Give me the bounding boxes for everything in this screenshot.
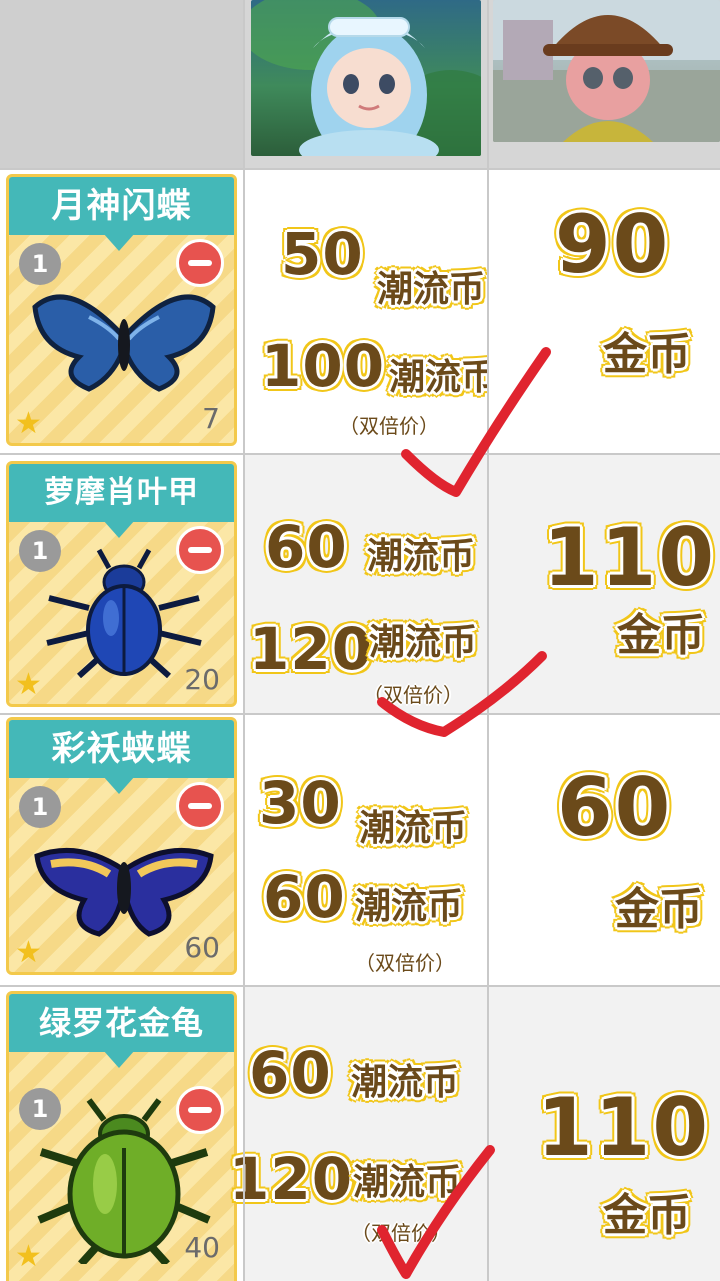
double-price-value: 120	[229, 1145, 354, 1213]
normal-price-value: 60	[265, 513, 348, 581]
character-portrait-hat	[493, 0, 720, 142]
trend-coin-price-cell: 30 潮流币 60 潮流币 （双倍价）	[243, 713, 487, 985]
star-icon: ★	[15, 1239, 42, 1274]
normal-price-unit: 潮流币	[351, 1062, 460, 1103]
item-name: 绿罗花金龟	[9, 994, 234, 1052]
double-price-value: 100	[261, 332, 386, 400]
gold-coin-value: 110	[537, 1081, 710, 1174]
gold-coin-price-cell: 110 金币	[487, 453, 720, 713]
star-icon: ★	[15, 935, 42, 970]
trend-coin-price-cell: 60 潮流币 120 潮流币 （双倍价）	[229, 985, 487, 1281]
double-price-unit: 潮流币	[389, 357, 498, 398]
star-icon: ★	[15, 406, 42, 441]
row-divider	[0, 453, 720, 455]
normal-price-value: 50	[281, 220, 364, 288]
gold-coin-price-cell: 60 金币	[487, 713, 720, 985]
double-price-unit: 潮流币	[355, 886, 464, 927]
row-divider	[0, 713, 720, 715]
double-price-note: （双倍价）	[363, 683, 463, 707]
gold-coin-value: 60	[557, 761, 673, 854]
gold-coin-value: 90	[555, 198, 671, 291]
item-card: 月神闪蝶 1 7 ★	[6, 174, 237, 446]
item-name: 彩袄蛱蝶	[9, 720, 234, 778]
double-price-note: （双倍价）	[355, 951, 455, 975]
trend-coin-price-cell: 60 潮流币 120 潮流币 （双倍价）	[243, 453, 487, 713]
banner-pointer	[103, 1050, 135, 1068]
double-price-unit: 潮流币	[369, 622, 478, 663]
star-icon: ★	[15, 667, 42, 702]
gold-coin-price-cell: 110 金币	[487, 985, 720, 1281]
normal-price-unit: 潮流币	[367, 536, 476, 577]
gold-coin-value: 110	[543, 511, 716, 604]
leaf-beetle-icon	[46, 548, 202, 678]
item-count: 40	[184, 1231, 220, 1264]
normal-price-value: 30	[259, 769, 342, 837]
banner-pointer	[103, 520, 135, 538]
double-price-unit: 潮流币	[353, 1162, 462, 1203]
item-cell: 月神闪蝶 1 7 ★	[0, 168, 243, 453]
column-divider	[487, 0, 489, 1281]
item-card: 绿罗花金龟 1 40 ★	[6, 991, 237, 1281]
double-price-value: 120	[249, 615, 374, 683]
banner-pointer	[103, 233, 135, 251]
gold-coin-unit: 金币	[615, 884, 703, 935]
table-row: 彩袄蛱蝶 1 60 ★ 30 潮流币 60 潮流币 （双倍价） 60 金币	[0, 713, 720, 985]
trend-coin-price-cell: 50 潮流币 100 潮流币 （双倍价）	[243, 168, 497, 453]
gold-coin-price-cell: 90 金币	[487, 168, 720, 453]
character-portrait-blue-hair	[251, 0, 481, 156]
item-cell: 彩袄蛱蝶 1 60 ★	[0, 713, 243, 985]
header-corner-cell	[0, 0, 243, 168]
item-cell: 萝摩肖叶甲 1 20 ★	[0, 453, 243, 713]
price-comparison-table: 月神闪蝶 1 7 ★ 50 潮流币 100 潮流币 （双倍价） 90 金币 萝摩…	[0, 0, 720, 1281]
column-divider	[243, 0, 245, 1281]
blue-morpho-butterfly-icon	[32, 294, 216, 392]
gold-coin-unit: 金币	[603, 1190, 691, 1241]
row-divider	[0, 985, 720, 987]
remove-icon	[176, 782, 224, 830]
normal-price-unit: 潮流币	[377, 269, 486, 310]
table-row: 绿罗花金龟 1 40 ★ 60 潮流币 120 潮流币 （双倍价） 110 金币	[0, 985, 720, 1281]
row-divider	[0, 168, 720, 170]
normal-price-value: 60	[249, 1039, 332, 1107]
item-name: 月神闪蝶	[9, 177, 234, 235]
item-card: 彩袄蛱蝶 1 60 ★	[6, 717, 237, 975]
table-row: 月神闪蝶 1 7 ★ 50 潮流币 100 潮流币 （双倍价） 90 金币	[0, 168, 720, 453]
double-price-note: （双倍价）	[351, 1221, 451, 1245]
item-count: 60	[184, 931, 220, 964]
item-cell: 绿罗花金龟 1 40 ★	[0, 985, 243, 1281]
painted-nymphalid-butterfly-icon	[34, 848, 214, 937]
double-price-value: 60	[263, 863, 346, 931]
normal-price-unit: 潮流币	[359, 808, 468, 849]
double-price-note: （双倍价）	[339, 414, 439, 438]
item-count: 20	[184, 663, 220, 696]
gold-coin-unit: 金币	[603, 329, 691, 380]
item-name: 萝摩肖叶甲	[9, 464, 234, 522]
banner-pointer	[103, 776, 135, 794]
gold-coin-unit: 金币	[617, 610, 705, 661]
item-count: 7	[202, 402, 220, 435]
quantity-badge: 1	[19, 786, 61, 828]
table-row: 萝摩肖叶甲 1 20 ★ 60 潮流币 120 潮流币 （双倍价） 110 金币	[0, 453, 720, 713]
item-card: 萝摩肖叶甲 1 20 ★	[6, 461, 237, 707]
